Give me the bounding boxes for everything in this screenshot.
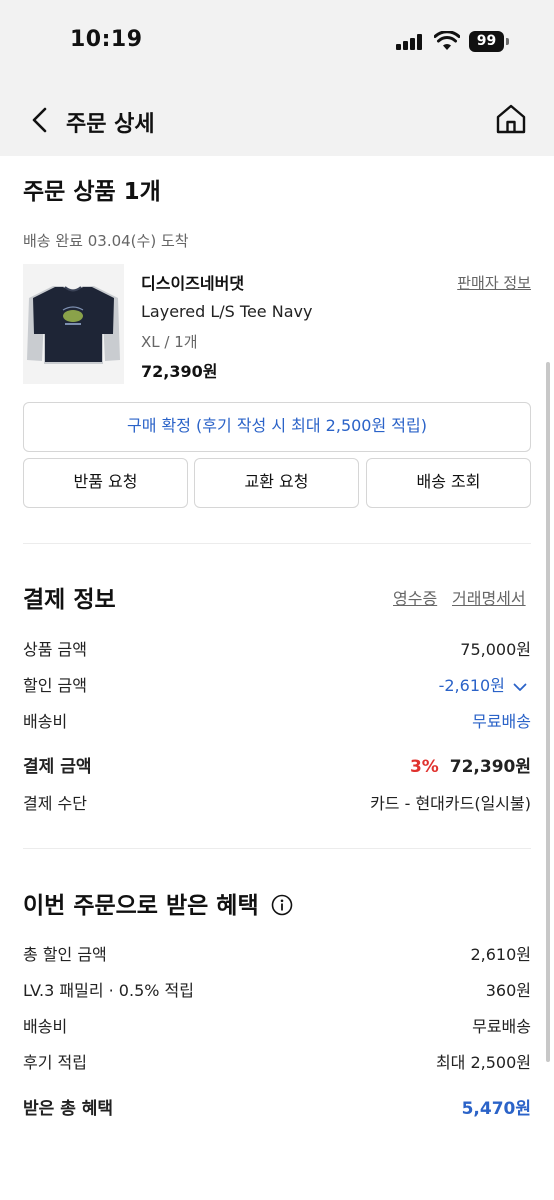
discount-value: -2,610원	[438, 676, 505, 695]
product-amount-value: 75,000원	[460, 640, 531, 659]
payment-method-label: 결제 수단	[23, 794, 87, 813]
benefit-value: 최대 2,500원	[435, 1053, 531, 1072]
payment-method-value: 카드 - 현대카드(일시불)	[370, 794, 531, 813]
status-bar: 10:19 99	[0, 0, 554, 84]
shipping-label: 배송비	[23, 712, 68, 731]
seller-info-link[interactable]: 판매자 정보	[457, 272, 531, 293]
info-icon[interactable]	[271, 894, 293, 916]
benefit-label: 후기 적립	[23, 1053, 87, 1072]
product-option: XL / 1개	[141, 333, 198, 351]
benefits-heading-text: 이번 주문으로 받은 혜택	[23, 893, 259, 919]
benefit-label: LV.3 패밀리 · 0.5% 적립	[23, 981, 194, 1000]
total-benefit-label: 받은 총 혜택	[23, 1099, 114, 1119]
total-label: 결제 금액	[23, 757, 92, 777]
scrollbar[interactable]	[546, 362, 550, 1062]
benefit-value: 무료배송	[472, 1017, 531, 1036]
shipping-value: 무료배송	[472, 712, 531, 731]
section-divider	[23, 848, 531, 849]
benefits-heading: 이번 주문으로 받은 혜택	[23, 886, 293, 920]
status-time: 10:19	[70, 27, 143, 52]
receipt-link[interactable]: 영수증	[393, 585, 437, 609]
product-name[interactable]: Layered L/S Tee Navy	[141, 302, 312, 321]
benefit-label: 배송비	[23, 1017, 68, 1036]
page-title: 주문 상세	[66, 112, 155, 137]
top-header: 10:19 99 주문 상세	[0, 0, 554, 156]
battery-level: 99	[469, 31, 504, 52]
statement-link[interactable]: 거래명세서	[452, 585, 526, 609]
return-request-button[interactable]: 반품 요청	[23, 458, 188, 508]
battery-cap	[506, 38, 509, 45]
section-divider	[23, 543, 531, 544]
total-value: 72,390원	[449, 757, 531, 777]
total-benefit-value: 5,470원	[461, 1099, 531, 1119]
exchange-request-button[interactable]: 교환 요청	[194, 458, 359, 508]
track-delivery-button[interactable]: 배송 조회	[366, 458, 531, 508]
chevron-down-icon	[513, 683, 527, 691]
benefit-value: 360원	[485, 981, 531, 1000]
discount-toggle[interactable]: -2,610원	[439, 672, 527, 696]
shirt-image	[23, 264, 124, 384]
order-heading: 주문 상품 1개	[23, 179, 161, 205]
battery-indicator: 99	[469, 31, 509, 52]
delivery-status: 배송 완료 03.04(수) 도착	[23, 232, 189, 250]
total-amount: 3% 72,390원	[410, 752, 531, 777]
reward-rate: 3%	[409, 757, 439, 777]
product-brand[interactable]: 디스이즈네버댓	[141, 270, 244, 294]
nav-bar: 주문 상세	[0, 84, 554, 156]
cellular-signal-icon	[396, 34, 426, 50]
purchase-confirm-button[interactable]: 구매 확정 (후기 작성 시 최대 2,500원 적립)	[23, 402, 531, 452]
product-amount-label: 상품 금액	[23, 640, 87, 659]
benefit-label: 총 할인 금액	[23, 945, 107, 964]
benefit-value: 2,610원	[470, 945, 531, 964]
wifi-icon	[434, 31, 460, 50]
payment-heading: 결제 정보	[23, 587, 116, 613]
discount-label: 할인 금액	[23, 676, 87, 695]
product-thumbnail[interactable]	[23, 264, 124, 384]
home-icon[interactable]	[494, 102, 528, 136]
back-arrow-icon[interactable]	[26, 104, 54, 136]
product-price: 72,390원	[141, 362, 218, 381]
